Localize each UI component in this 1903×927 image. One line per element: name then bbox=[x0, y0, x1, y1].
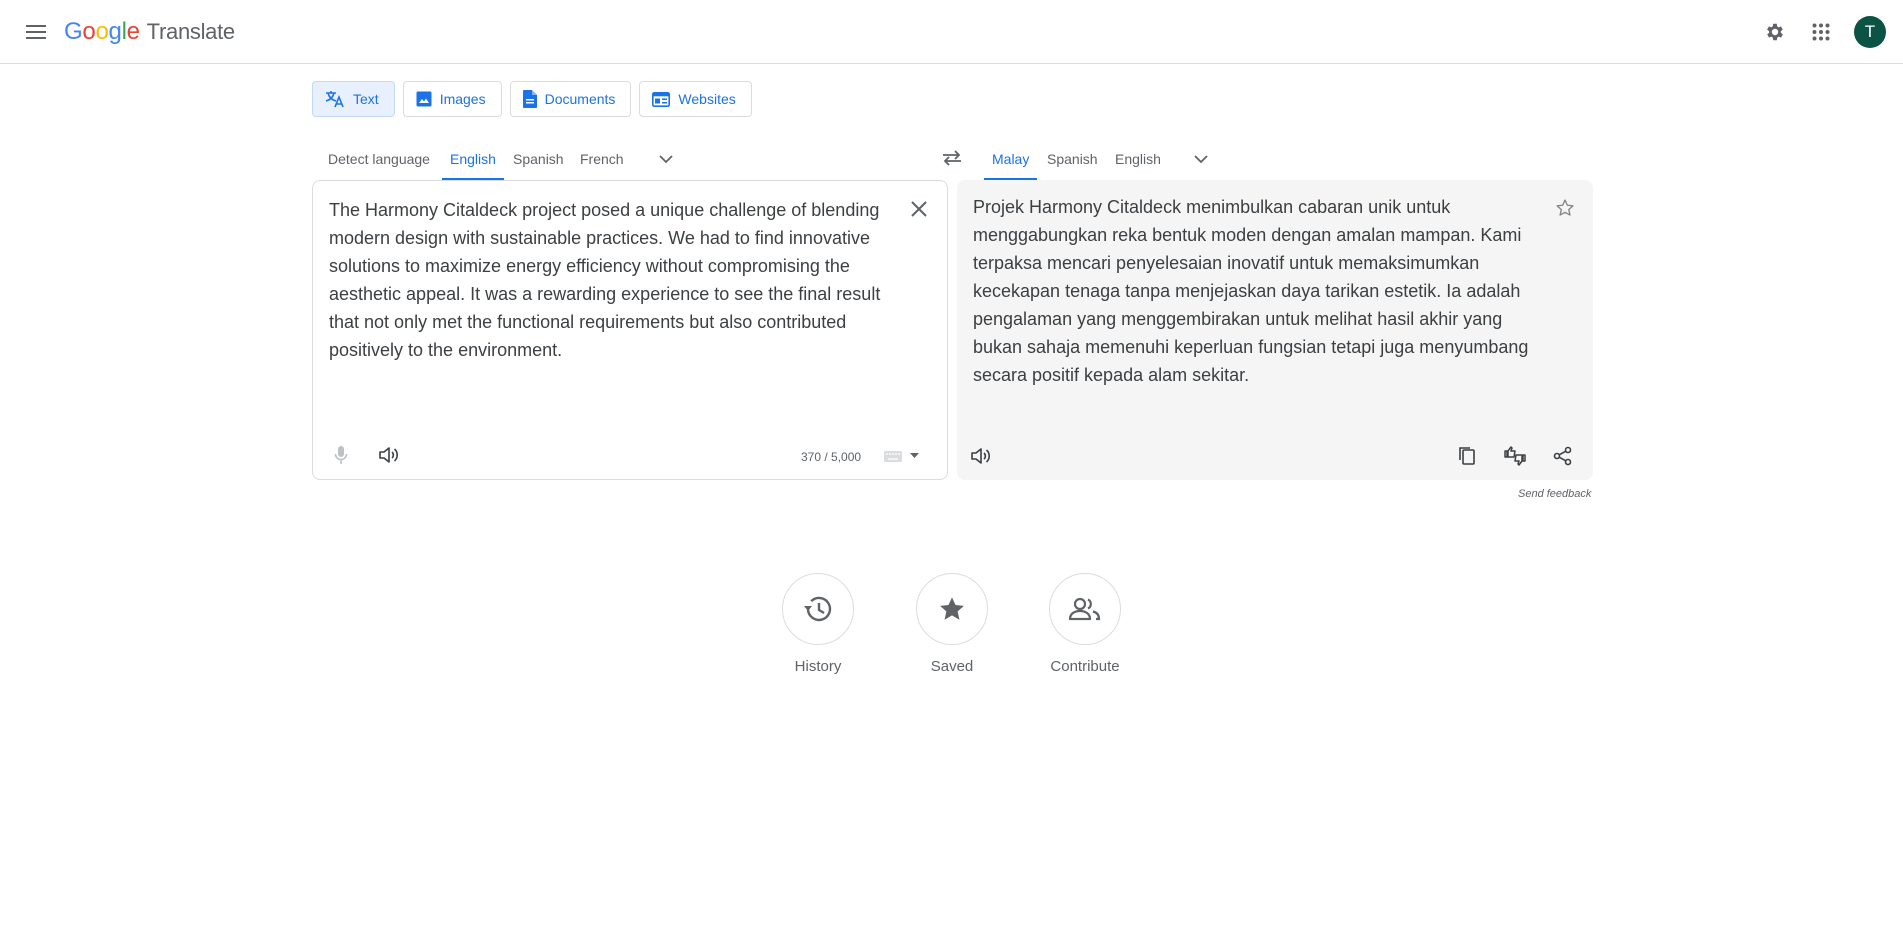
mode-websites-button[interactable]: Websites bbox=[639, 81, 752, 117]
source-lang-french[interactable]: French bbox=[580, 138, 624, 180]
mode-documents-button[interactable]: Documents bbox=[509, 81, 632, 117]
close-icon bbox=[911, 201, 927, 217]
target-language-bar: Malay Spanish English bbox=[980, 138, 1592, 180]
main-menu-button[interactable] bbox=[18, 16, 54, 48]
people-icon bbox=[1069, 597, 1101, 621]
microphone-icon bbox=[334, 446, 348, 464]
menu-icon bbox=[26, 25, 46, 39]
google-translate-logo[interactable]: Google Translate bbox=[64, 18, 235, 48]
translate-icon bbox=[325, 91, 344, 108]
rate-translation-button[interactable] bbox=[1499, 440, 1531, 472]
mode-images-label: Images bbox=[439, 91, 486, 107]
clear-source-button[interactable] bbox=[905, 195, 933, 223]
saved-button[interactable]: Saved bbox=[907, 573, 997, 675]
caret-down-icon bbox=[910, 453, 919, 458]
mode-text-button[interactable]: Text bbox=[312, 81, 395, 117]
target-more-languages-button[interactable] bbox=[1188, 146, 1214, 172]
keyboard-icon bbox=[884, 451, 902, 462]
contribute-button[interactable]: Contribute bbox=[1040, 573, 1130, 675]
character-counter: 370 / 5,000 bbox=[801, 450, 862, 464]
account-avatar[interactable]: T bbox=[1854, 16, 1886, 48]
source-text-panel: The Harmony Citaldeck project posed a un… bbox=[312, 180, 948, 480]
apps-grid-icon bbox=[1812, 23, 1830, 41]
source-lang-english[interactable]: English bbox=[442, 138, 504, 180]
history-button[interactable]: History bbox=[773, 573, 863, 675]
save-translation-button[interactable] bbox=[1551, 194, 1579, 222]
app-header: Google Translate T bbox=[0, 0, 1903, 64]
google-wordmark: Google bbox=[64, 18, 140, 45]
chevron-down-icon bbox=[1194, 154, 1208, 163]
share-translation-button[interactable] bbox=[1547, 440, 1579, 472]
history-icon bbox=[804, 596, 832, 622]
chevron-down-icon bbox=[659, 154, 673, 163]
star-icon bbox=[940, 597, 964, 620]
share-icon bbox=[1553, 446, 1572, 466]
translation-mode-tabs: Text Images Documents Websites bbox=[312, 81, 752, 117]
translation-output-panel: Projek Harmony Citaldeck menimbulkan cab… bbox=[957, 180, 1593, 480]
image-icon bbox=[416, 91, 432, 107]
website-icon bbox=[652, 91, 671, 107]
speaker-icon bbox=[379, 447, 399, 463]
mode-text-label: Text bbox=[353, 91, 379, 107]
thumbs-up-down-icon bbox=[1504, 446, 1526, 466]
apps-button[interactable] bbox=[1803, 14, 1839, 50]
source-lang-detect[interactable]: Detect language bbox=[328, 138, 430, 180]
source-lang-spanish[interactable]: Spanish bbox=[513, 138, 564, 180]
target-lang-spanish[interactable]: Spanish bbox=[1047, 138, 1098, 180]
listen-source-button[interactable] bbox=[373, 439, 405, 471]
voice-input-button[interactable] bbox=[325, 439, 357, 471]
mode-documents-label: Documents bbox=[544, 91, 616, 107]
send-feedback-link[interactable]: Send feedback bbox=[1518, 488, 1591, 500]
target-lang-malay[interactable]: Malay bbox=[984, 138, 1038, 180]
target-lang-english[interactable]: English bbox=[1115, 138, 1161, 180]
contribute-circle bbox=[1049, 573, 1121, 645]
speaker-icon bbox=[971, 448, 991, 464]
saved-label: Saved bbox=[930, 658, 974, 675]
settings-icon bbox=[1767, 23, 1783, 41]
source-more-languages-button[interactable] bbox=[653, 146, 679, 172]
document-icon bbox=[522, 90, 537, 108]
history-circle bbox=[782, 573, 854, 645]
input-tools-button[interactable] bbox=[884, 445, 926, 467]
history-label: History bbox=[794, 658, 842, 675]
translated-text: Projek Harmony Citaldeck menimbulkan cab… bbox=[973, 197, 1529, 385]
swap-icon bbox=[943, 150, 961, 166]
swap-languages-button[interactable] bbox=[936, 142, 968, 174]
star-outline-icon bbox=[1556, 199, 1574, 216]
contribute-label: Contribute bbox=[1050, 658, 1120, 675]
source-language-bar: Detect language English Spanish French bbox=[312, 138, 948, 180]
mode-images-button[interactable]: Images bbox=[402, 81, 502, 117]
listen-translation-button[interactable] bbox=[965, 440, 997, 472]
settings-button[interactable] bbox=[1757, 14, 1793, 50]
source-text-input[interactable]: The Harmony Citaldeck project posed a un… bbox=[329, 196, 889, 364]
product-name: Translate bbox=[146, 19, 236, 44]
copy-icon bbox=[1459, 447, 1475, 465]
mode-websites-label: Websites bbox=[678, 91, 736, 107]
copy-translation-button[interactable] bbox=[1451, 440, 1483, 472]
saved-circle bbox=[916, 573, 988, 645]
